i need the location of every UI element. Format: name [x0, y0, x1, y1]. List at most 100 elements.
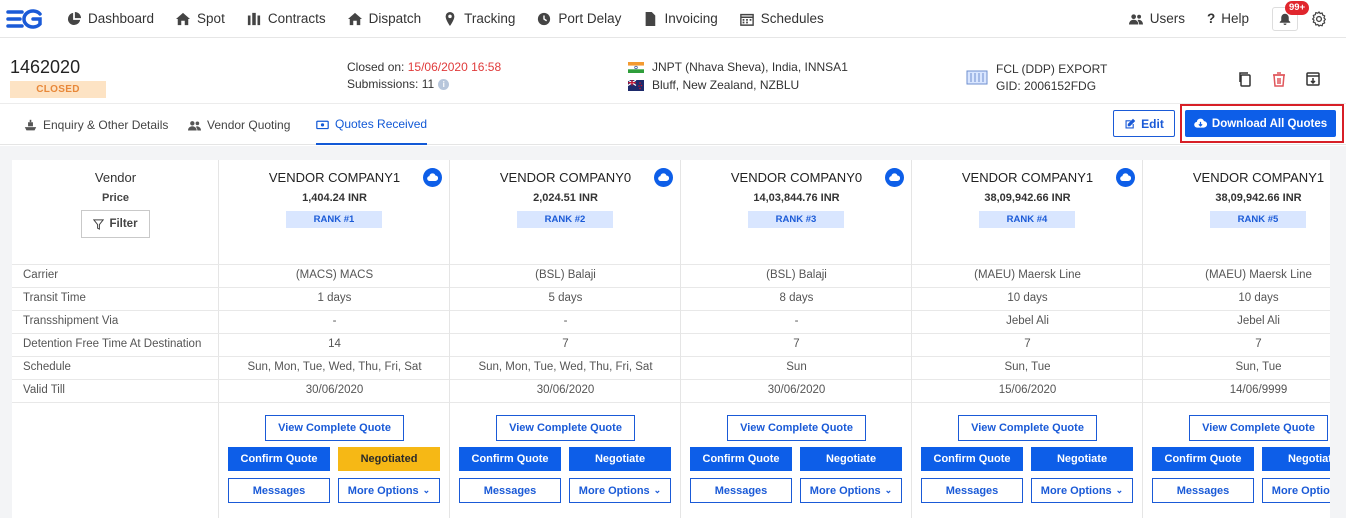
nav-contracts[interactable]: Contracts — [236, 0, 337, 38]
app-logo-icon[interactable] — [6, 8, 44, 30]
vendor-download-button[interactable] — [1116, 168, 1135, 187]
more-options-button[interactable]: More Options⌄ — [800, 478, 902, 503]
question-icon: ? — [1206, 11, 1216, 26]
tab-enquiry-details[interactable]: Enquiry & Other Details — [24, 105, 168, 145]
filter-button[interactable]: Filter — [81, 210, 150, 238]
nav-right-group: Users ? Help 99+ — [1118, 0, 1346, 38]
copy-button[interactable] — [1233, 67, 1257, 91]
nav-schedules[interactable]: Schedules — [729, 0, 835, 38]
chevron-down-icon: ⌄ — [653, 485, 662, 495]
ship-icon — [24, 119, 37, 130]
view-complete-quote-button[interactable]: View Complete Quote — [727, 415, 866, 441]
vendor-column: VENDOR COMPANY1 38,09,942.66 INR RANK #4… — [912, 160, 1143, 518]
nav-help[interactable]: ? Help — [1196, 0, 1260, 38]
negotiate-button[interactable]: Negotiate — [1262, 447, 1330, 471]
more-options-button[interactable]: More Options⌄ — [338, 478, 440, 503]
tab-label: Vendor Quoting — [207, 118, 291, 132]
archive-button[interactable] — [1301, 67, 1325, 91]
confirm-quote-button[interactable]: Confirm Quote — [1152, 447, 1254, 471]
chevron-down-icon: ⌄ — [422, 485, 431, 495]
notifications-button[interactable]: 99+ — [1272, 0, 1310, 31]
transit-time-cell: 10 days — [1007, 292, 1048, 304]
archive-download-icon — [1306, 72, 1320, 86]
gear-icon[interactable] — [1310, 10, 1328, 28]
nav-spot[interactable]: Spot — [165, 0, 236, 38]
nav-tracking[interactable]: Tracking — [432, 0, 526, 38]
row-label-valid-till: Valid Till — [23, 384, 65, 396]
confirm-quote-button[interactable]: Confirm Quote — [459, 447, 561, 471]
nav-users[interactable]: Users — [1118, 0, 1196, 38]
messages-button[interactable]: Messages — [459, 478, 561, 503]
nav-label: Tracking — [464, 11, 516, 26]
transshipment-cell: - — [794, 315, 799, 327]
vendor-download-button[interactable] — [885, 168, 904, 187]
valid-till-cell: 14/06/9999 — [1229, 384, 1288, 396]
view-complete-quote-button[interactable]: View Complete Quote — [1189, 415, 1328, 441]
cloud-download-icon — [1120, 173, 1131, 181]
confirm-quote-button[interactable]: Confirm Quote — [690, 447, 792, 471]
filter-label: Filter — [109, 218, 138, 230]
vendor-name: VENDOR COMPANY1 — [961, 170, 1094, 185]
messages-button[interactable]: Messages — [228, 478, 330, 503]
negotiate-button[interactable]: Negotiate — [569, 447, 671, 471]
row-label-transshipment: Transshipment Via — [23, 315, 119, 327]
vendor-name: VENDOR COMPANY1 — [1192, 170, 1325, 185]
view-complete-quote-button[interactable]: View Complete Quote — [958, 415, 1097, 441]
schedule-cell: Sun, Mon, Tue, Wed, Thu, Fri, Sat — [247, 361, 422, 373]
schedule-cell: Sun, Mon, Tue, Wed, Thu, Fri, Sat — [478, 361, 653, 373]
vendor-download-button[interactable] — [654, 168, 673, 187]
vendor-price: 1,404.24 INR — [302, 192, 367, 204]
messages-button[interactable]: Messages — [690, 478, 792, 503]
nav-label: Port Delay — [558, 11, 622, 26]
transit-time-cell: 8 days — [779, 292, 814, 304]
price-header: Price — [102, 192, 129, 204]
tab-vendor-quoting[interactable]: Vendor Quoting — [188, 105, 290, 145]
nav-label: Users — [1149, 11, 1185, 26]
closed-on-label: Closed on: — [347, 60, 405, 74]
trash-icon — [1273, 72, 1285, 87]
transit-time-cell: 1 days — [317, 292, 352, 304]
confirm-quote-button[interactable]: Confirm Quote — [228, 447, 330, 471]
carrier-cell: (MAEU) Maersk Line — [1205, 269, 1312, 281]
messages-button[interactable]: Messages — [1152, 478, 1254, 503]
more-options-button[interactable]: More Options⌄ — [1262, 478, 1330, 503]
nav-invoicing[interactable]: Invoicing — [632, 0, 728, 38]
vendor-price: 38,09,942.66 INR — [1215, 192, 1302, 204]
rank-badge: RANK #3 — [748, 211, 844, 228]
download-all-quotes-button[interactable]: Download All Quotes — [1185, 110, 1336, 137]
nav-label: Dispatch — [368, 11, 422, 26]
nav-label: Help — [1221, 11, 1249, 26]
transshipment-cell: Jebel Ali — [1237, 315, 1280, 327]
chevron-down-icon: ⌄ — [884, 485, 893, 495]
calendar-icon — [739, 13, 754, 26]
nav-dispatch[interactable]: Dispatch — [337, 0, 433, 38]
label-column: Vendor Price Filter Carrier Transit Time… — [12, 160, 219, 518]
cloud-download-icon — [427, 173, 438, 181]
tab-quotes-received[interactable]: Quotes Received — [316, 105, 428, 145]
tab-label: Quotes Received — [335, 117, 428, 131]
row-label-carrier: Carrier — [23, 269, 59, 281]
negotiated-button[interactable]: Negotiated — [338, 447, 440, 471]
nav-dashboard[interactable]: Dashboard — [56, 0, 165, 38]
confirm-quote-button[interactable]: Confirm Quote — [921, 447, 1023, 471]
edit-label: Edit — [1141, 116, 1164, 131]
money-icon — [316, 120, 329, 129]
edit-button[interactable]: Edit — [1113, 110, 1175, 137]
chevron-down-icon: ⌄ — [1115, 485, 1124, 495]
more-options-label: More Options — [809, 484, 881, 497]
view-complete-quote-button[interactable]: View Complete Quote — [496, 415, 635, 441]
negotiate-button[interactable]: Negotiate — [800, 447, 902, 471]
vendor-download-button[interactable] — [423, 168, 442, 187]
delete-button[interactable] — [1267, 67, 1291, 91]
more-options-button[interactable]: More Options⌄ — [1031, 478, 1133, 503]
vendor-price: 38,09,942.66 INR — [984, 192, 1071, 204]
more-options-button[interactable]: More Options⌄ — [569, 478, 671, 503]
messages-button[interactable]: Messages — [921, 478, 1023, 503]
nav-port-delay[interactable]: Port Delay — [526, 0, 632, 38]
carrier-cell: (BSL) Balaji — [535, 269, 596, 281]
info-icon[interactable]: i — [438, 78, 450, 90]
view-complete-quote-button[interactable]: View Complete Quote — [265, 415, 404, 441]
schedule-cell: Sun, Tue — [1235, 361, 1282, 373]
negotiate-button[interactable]: Negotiate — [1031, 447, 1133, 471]
origin-port-text: JNPT (Nhava Sheva), India, INNSA1 — [652, 60, 848, 74]
